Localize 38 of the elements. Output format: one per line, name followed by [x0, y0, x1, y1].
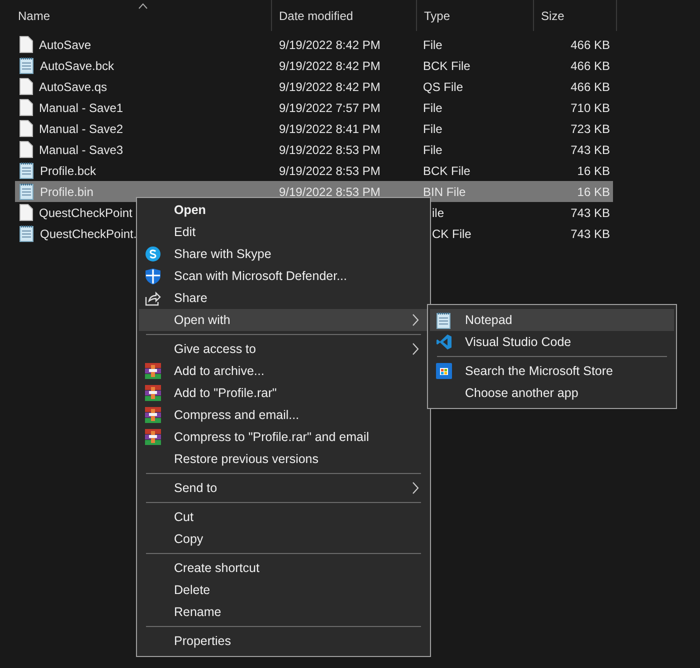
file-size: 16 KB — [577, 184, 610, 198]
file-name: Manual - Save2 — [39, 122, 124, 136]
file-size: 710 KB — [570, 100, 610, 114]
file-name: Profile.bck — [40, 164, 96, 178]
file-type: File — [423, 122, 444, 136]
date-modified: 9/19/2022 8:41 PM — [279, 122, 380, 136]
file-type: File — [423, 142, 444, 156]
date-modified: 9/19/2022 8:53 PM — [279, 184, 380, 198]
file-name: Profile.bin — [40, 184, 94, 198]
file-size: 743 KB — [570, 206, 610, 220]
file-name: AutoSave.qs — [39, 80, 108, 94]
date-modified: 9/19/2022 8:42 PM — [279, 80, 380, 94]
file-size: 743 KB — [570, 142, 610, 156]
date-modified: 9/19/2022 7:57 PM — [279, 100, 380, 114]
file-type: File — [423, 38, 444, 52]
file-name: AutoSave — [39, 38, 92, 52]
date-modified: 9/19/2022 8:42 PM — [279, 58, 380, 72]
file-size: 466 KB — [570, 38, 610, 52]
file-type: File — [423, 100, 444, 114]
file-size: 16 KB — [577, 164, 610, 178]
file-type: QS File — [423, 80, 464, 94]
file-name: AutoSave.bck — [40, 58, 114, 72]
file-type: ile — [431, 206, 446, 220]
file-name: QuestCheckPoint. — [40, 226, 137, 240]
file-type: BCK File — [423, 58, 472, 72]
file-name: QuestCheckPoint — [39, 206, 132, 220]
file-name: Manual - Save1 — [39, 100, 124, 114]
file-size: 743 KB — [570, 226, 610, 240]
file-size: 466 KB — [570, 58, 610, 72]
file-type: CK File — [431, 226, 472, 240]
file-type: BCK File — [423, 164, 472, 178]
file-name: Manual - Save3 — [39, 142, 124, 156]
date-modified: 9/19/2022 8:53 PM — [279, 142, 380, 156]
date-modified: 9/19/2022 8:53 PM — [279, 164, 380, 178]
date-modified: 9/19/2022 8:42 PM — [279, 38, 380, 52]
file-size: 466 KB — [570, 80, 610, 94]
file-type: BIN File — [423, 184, 467, 198]
file-size: 723 KB — [570, 122, 610, 136]
